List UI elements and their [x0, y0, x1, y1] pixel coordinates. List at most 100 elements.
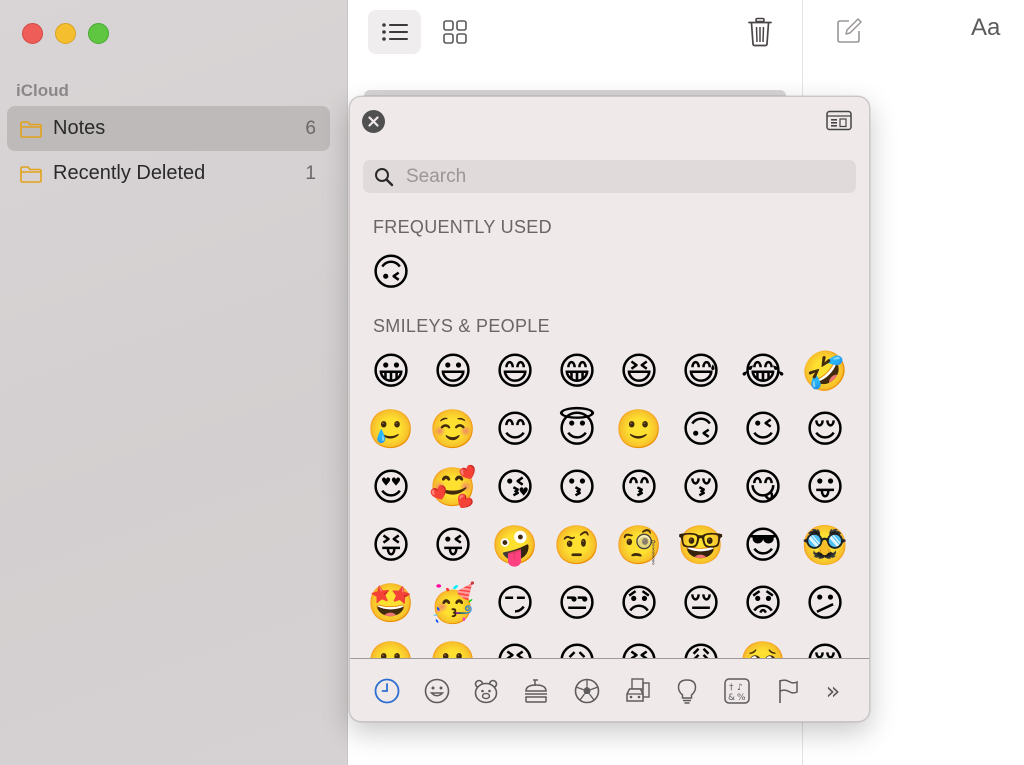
emoji-item[interactable]: 🤓: [677, 521, 725, 569]
emoji-item[interactable]: 😀: [367, 347, 415, 395]
emoji-item[interactable]: 😔: [677, 579, 725, 627]
emoji-item[interactable]: 😣: [491, 637, 539, 658]
sidebar-item-recently-deleted[interactable]: Recently Deleted 1: [7, 151, 330, 196]
emoji-item[interactable]: 😫: [615, 637, 663, 658]
gallery-view-button[interactable]: [433, 10, 477, 54]
emoji-item[interactable]: 😗: [553, 463, 601, 511]
new-note-button[interactable]: [831, 13, 867, 49]
tab-objects[interactable]: [672, 676, 702, 706]
emoji-item[interactable]: 🥺: [739, 637, 787, 658]
double-chevron-icon: »: [825, 677, 841, 705]
emoji-item[interactable]: 😏: [491, 579, 539, 627]
list-icon: [381, 23, 408, 41]
close-window-button[interactable]: [22, 23, 43, 44]
emoji-item[interactable]: 🤨: [553, 521, 601, 569]
emoji-item[interactable]: 😅: [677, 347, 725, 395]
delete-note-button[interactable]: [738, 10, 782, 54]
emoji-item[interactable]: 🧐: [615, 521, 663, 569]
clock-icon: [374, 678, 400, 704]
emoji-item[interactable]: 🤩: [367, 579, 415, 627]
car-icon: [626, 678, 650, 702]
minimize-window-button[interactable]: [55, 23, 76, 44]
tab-food-drink[interactable]: [521, 676, 551, 706]
emoji-item[interactable]: 🙁: [367, 637, 415, 658]
emoji-item[interactable]: 😌: [801, 405, 849, 453]
soccer-ball-icon: [574, 678, 600, 704]
format-button[interactable]: Aa: [971, 14, 1000, 42]
smileys-people-heading: SMILEYS & PEOPLE: [373, 316, 550, 336]
emoji-item[interactable]: 😕: [801, 579, 849, 627]
emoji-item[interactable]: 🥳: [429, 579, 477, 627]
emoji-item[interactable]: 😃: [429, 347, 477, 395]
emoji-item[interactable]: 🥲: [367, 405, 415, 453]
emoji-item[interactable]: 😘: [491, 463, 539, 511]
emoji-item[interactable]: 🤪: [491, 521, 539, 569]
character-viewer-icon[interactable]: [826, 110, 852, 131]
emoji-item[interactable]: 😇: [553, 405, 601, 453]
folder-icon: [20, 165, 42, 183]
emoji-item[interactable]: 😍: [367, 463, 415, 511]
search-icon: [375, 167, 394, 186]
emoji-item[interactable]: 😢: [801, 637, 849, 658]
tab-activity[interactable]: [572, 676, 602, 706]
burger-icon: [525, 679, 547, 703]
emoji-item[interactable]: 😆: [615, 347, 663, 395]
zoom-window-button[interactable]: [88, 23, 109, 44]
emoji-item[interactable]: 😖: [553, 637, 601, 658]
emoji-item[interactable]: 😊: [491, 405, 539, 453]
emoji-item[interactable]: 🙃: [677, 405, 725, 453]
emoji-item[interactable]: 😉: [739, 405, 787, 453]
emoji-item[interactable]: 😁: [553, 347, 601, 395]
close-icon: [368, 116, 379, 127]
emoji-item[interactable]: 😜: [429, 521, 477, 569]
symbols-icon: † ♪ & %: [724, 678, 750, 704]
emoji-item[interactable]: 😛: [801, 463, 849, 511]
grid-icon: [443, 20, 467, 44]
emoji-item[interactable]: 🥸: [801, 521, 849, 569]
emoji-item[interactable]: 😟: [739, 579, 787, 627]
emoji-item[interactable]: 😩: [677, 637, 725, 658]
search-input[interactable]: [406, 165, 826, 188]
list-view-button[interactable]: [368, 10, 421, 54]
emoji-search[interactable]: [363, 160, 856, 193]
emoji-scroll-area[interactable]: FREQUENTLY USED 🙃 SMILEYS & PEOPLE 😀 😃 😄 😁 😆…: [350, 97, 869, 658]
lightbulb-icon: [677, 679, 697, 704]
emoji-item[interactable]: 😂: [739, 347, 787, 395]
emoji-item[interactable]: 😚: [677, 463, 725, 511]
emoji-item[interactable]: 😞: [615, 579, 663, 627]
emoji-category-bar: † ♪ & % »: [350, 658, 869, 721]
close-picker-button[interactable]: [362, 110, 385, 133]
tab-flags[interactable]: [773, 676, 803, 706]
more-categories-button[interactable]: »: [818, 676, 848, 706]
emoji-item[interactable]: ☺️: [429, 405, 477, 453]
emoji-item[interactable]: 🙃: [367, 248, 415, 296]
emoji-item[interactable]: 😝: [367, 521, 415, 569]
emoji-item[interactable]: 😎: [739, 521, 787, 569]
emoji-item[interactable]: 😄: [491, 347, 539, 395]
tab-smileys-people[interactable]: [422, 676, 452, 706]
emoji-item[interactable]: 😋: [739, 463, 787, 511]
emoji-item[interactable]: 😒: [553, 579, 601, 627]
smiley-icon: [424, 678, 450, 704]
tab-travel-places[interactable]: [622, 676, 652, 706]
sidebar-item-count: 1: [305, 162, 316, 184]
svg-text:†: †: [729, 683, 734, 693]
sidebar-item-notes[interactable]: Notes 6: [7, 106, 330, 151]
sidebar-section-icloud: iCloud: [16, 81, 69, 100]
compose-icon: [837, 18, 862, 43]
frequently-used-heading: FREQUENTLY USED: [373, 217, 552, 237]
svg-text:♪: ♪: [737, 683, 743, 693]
emoji-item[interactable]: 😙: [615, 463, 663, 511]
tab-symbols[interactable]: † ♪ & %: [722, 676, 752, 706]
emoji-item[interactable]: 🙂: [615, 405, 663, 453]
emoji-item[interactable]: 🤣: [801, 347, 849, 395]
sidebar-item-label: Notes: [53, 117, 106, 139]
emoji-item[interactable]: ☹️: [429, 637, 477, 658]
svg-text:%: %: [737, 693, 746, 703]
emoji-item[interactable]: 🥰: [429, 463, 477, 511]
window-controls: [22, 23, 109, 44]
svg-text:&: &: [728, 693, 735, 703]
tab-recents[interactable]: [372, 676, 402, 706]
flag-icon: [779, 679, 798, 703]
tab-animals-nature[interactable]: [471, 676, 501, 706]
